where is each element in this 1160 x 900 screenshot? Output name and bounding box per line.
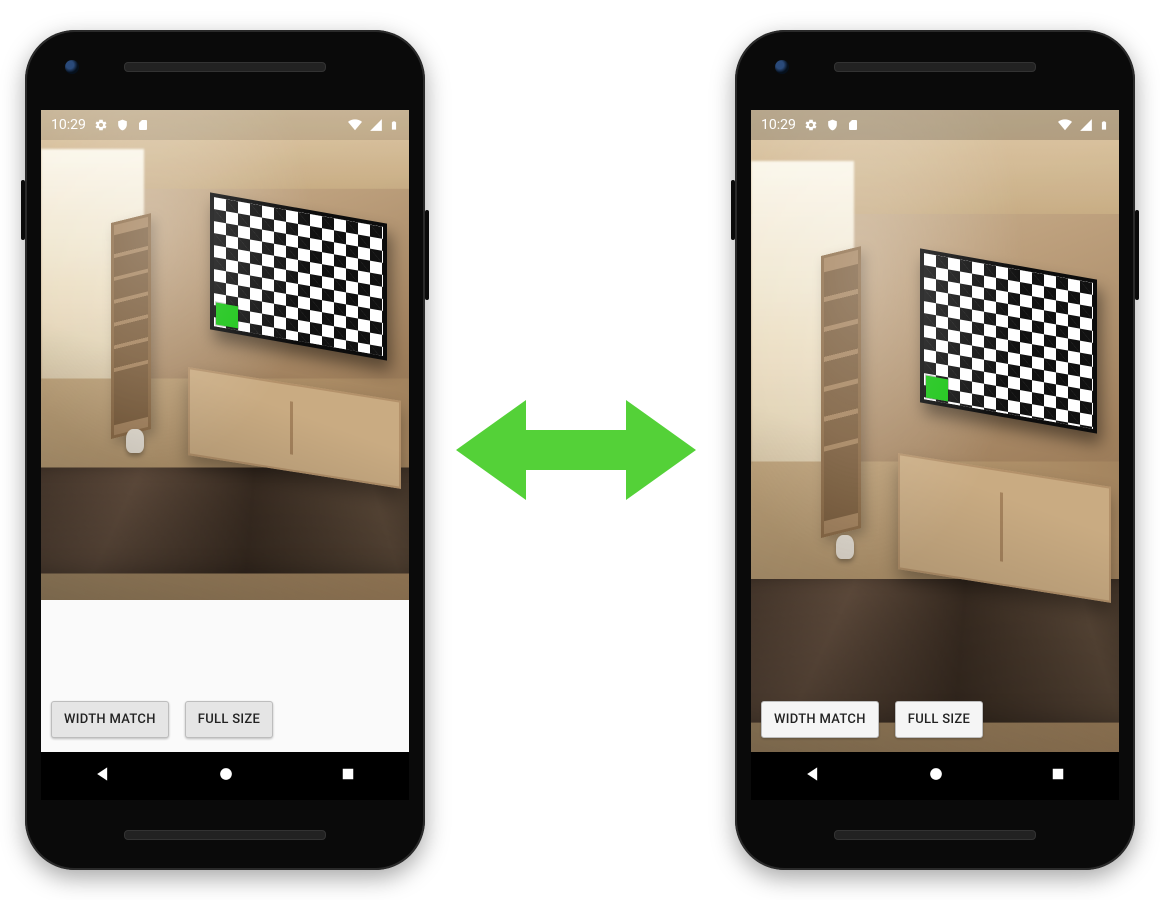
room-scene	[41, 110, 409, 600]
sd-card-icon	[137, 118, 149, 132]
phone-side-button	[1135, 210, 1139, 300]
front-camera	[775, 60, 789, 74]
button-row: WIDTH MATCH FULL SIZE	[51, 701, 273, 738]
nav-home-button[interactable]	[216, 764, 236, 788]
app-content: WIDTH MATCH FULL SIZE	[41, 110, 409, 752]
status-bar: 10:29	[751, 110, 1119, 140]
room-scene	[751, 110, 1119, 752]
phone-side-button	[21, 180, 25, 240]
battery-icon	[1099, 118, 1109, 133]
status-bar: 10:29	[41, 110, 409, 140]
tv-green-marker	[926, 376, 948, 402]
wifi-icon	[1057, 118, 1073, 132]
image-view[interactable]	[41, 110, 409, 600]
full-size-button[interactable]: FULL SIZE	[185, 701, 273, 738]
full-size-button[interactable]: FULL SIZE	[895, 701, 983, 738]
device-screen: 10:29	[751, 110, 1119, 800]
scene-bookshelf	[821, 246, 861, 539]
bottom-speaker	[124, 830, 326, 840]
nav-recents-button[interactable]	[339, 765, 357, 787]
status-right	[1057, 118, 1109, 133]
status-left: 10:29	[761, 117, 859, 133]
battery-icon	[389, 118, 399, 133]
nav-home-button[interactable]	[926, 764, 946, 788]
width-match-button[interactable]: WIDTH MATCH	[51, 701, 169, 738]
bottom-speaker	[834, 830, 1036, 840]
scene-tv	[920, 249, 1097, 434]
earpiece-speaker	[834, 62, 1036, 72]
status-right	[347, 118, 399, 133]
phone-frame-left: 10:29	[25, 30, 425, 870]
tv-frame	[920, 249, 1097, 434]
tv-checkerboard	[214, 197, 383, 356]
status-left: 10:29	[51, 117, 149, 133]
image-view[interactable]	[751, 110, 1119, 752]
system-nav-bar	[751, 752, 1119, 800]
width-match-button[interactable]: WIDTH MATCH	[761, 701, 879, 738]
scene-bookshelf	[111, 213, 151, 439]
app-content: WIDTH MATCH FULL SIZE	[751, 110, 1119, 752]
signal-icon	[369, 118, 383, 132]
nav-back-button[interactable]	[803, 764, 823, 788]
nav-back-button[interactable]	[93, 764, 113, 788]
signal-icon	[1079, 118, 1093, 132]
phone-frame-right: 10:29	[735, 30, 1135, 870]
gear-icon	[804, 118, 818, 132]
double-arrow-icon	[456, 380, 696, 520]
button-row: WIDTH MATCH FULL SIZE	[761, 701, 983, 738]
system-nav-bar	[41, 752, 409, 800]
earpiece-speaker	[124, 62, 326, 72]
phone-side-button	[425, 210, 429, 300]
sd-card-icon	[847, 118, 859, 132]
gear-icon	[94, 118, 108, 132]
nav-recents-button[interactable]	[1049, 765, 1067, 787]
shield-icon	[116, 118, 129, 132]
status-time: 10:29	[761, 117, 796, 133]
scene-cat-figurine	[126, 429, 144, 453]
status-time: 10:29	[51, 117, 86, 133]
phone-side-button	[731, 180, 735, 240]
shield-icon	[826, 118, 839, 132]
tv-checkerboard	[924, 253, 1093, 429]
front-camera	[65, 60, 79, 74]
wifi-icon	[347, 118, 363, 132]
double-arrow-shape	[456, 400, 696, 500]
tv-green-marker	[216, 303, 238, 329]
scene-cat-figurine	[836, 535, 854, 559]
device-screen: 10:29	[41, 110, 409, 800]
scene-rug	[41, 467, 409, 573]
